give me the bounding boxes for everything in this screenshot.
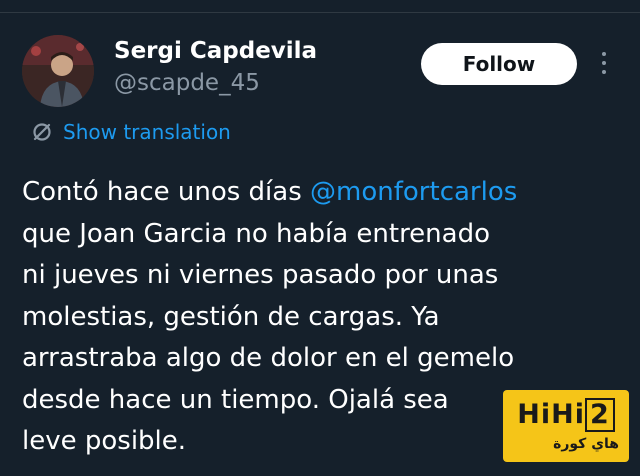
tweet-line-3: ni jueves ni viernes pasado por unas — [22, 260, 499, 290]
avatar-photo — [22, 35, 94, 107]
show-translation-link[interactable]: Show translation — [30, 120, 231, 144]
translate-icon — [33, 123, 51, 141]
watermark-subtitle: هاي كورة — [553, 436, 619, 452]
more-options-button[interactable] — [592, 46, 616, 80]
tweet-line-4: molestias, gestión de cargas. Ya — [22, 301, 440, 332]
avatar[interactable] — [22, 35, 94, 107]
top-divider — [0, 0, 640, 13]
watermark-logo-boxed: 2 — [584, 398, 615, 432]
more-vertical-icon — [602, 52, 606, 56]
tweet-line-5: arrastraba algo de dolor en el gemelo — [22, 343, 515, 373]
tweet-line-1-text: Contó hace unos días — [22, 177, 311, 207]
tweet-line-1: Contó hace unos días @monfortcarlos — [22, 172, 622, 214]
mention-link[interactable]: @monfortcarlos — [310, 177, 517, 207]
watermark-logo: HiHi 2 هاي كورة — [503, 390, 629, 462]
more-vertical-icon-dot — [602, 70, 606, 74]
more-vertical-icon-dot — [602, 61, 606, 65]
follow-button[interactable]: Follow — [421, 43, 577, 85]
watermark-logo-text: HiHi 2 — [503, 398, 629, 432]
display-name[interactable]: Sergi Capdevila — [114, 38, 317, 64]
tweet-line-2: que Joan Garcia no había entrenado — [22, 218, 490, 249]
watermark-logo-prefix: HiHi — [517, 399, 585, 430]
show-translation-label: Show translation — [63, 120, 231, 144]
user-handle[interactable]: @scapde_45 — [114, 70, 260, 96]
